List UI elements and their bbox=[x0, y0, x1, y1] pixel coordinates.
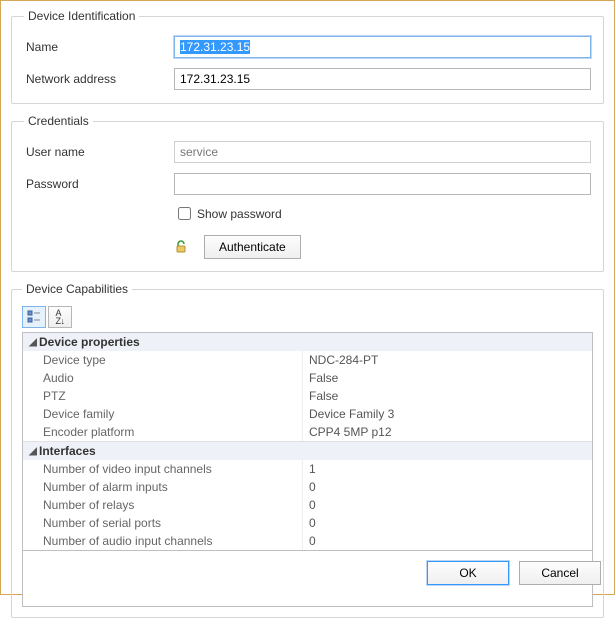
name-input[interactable] bbox=[174, 36, 591, 58]
property-name: Number of audio input channels bbox=[23, 532, 303, 550]
credentials-legend: Credentials bbox=[24, 114, 93, 128]
collapse-icon: ◢ bbox=[27, 337, 39, 348]
network-address-input[interactable] bbox=[174, 68, 591, 90]
name-label: Name bbox=[24, 40, 174, 54]
show-password-checkbox[interactable] bbox=[178, 207, 191, 220]
property-row[interactable]: AudioFalse bbox=[23, 369, 592, 387]
property-name: Device type bbox=[23, 351, 303, 369]
property-row[interactable]: Encoder platformCPP4 5MP p12 bbox=[23, 423, 592, 441]
unlock-icon bbox=[174, 239, 190, 255]
property-row[interactable]: Number of relays0 bbox=[23, 496, 592, 514]
property-row[interactable]: PTZFalse bbox=[23, 387, 592, 405]
property-name: Number of relays bbox=[23, 496, 303, 514]
authenticate-button[interactable]: Authenticate bbox=[204, 235, 301, 259]
device-identification-group: Device Identification Name Network addre… bbox=[11, 9, 604, 104]
cancel-button[interactable]: Cancel bbox=[519, 561, 601, 585]
property-category-label: Interfaces bbox=[39, 444, 96, 458]
property-value: 1 bbox=[303, 460, 592, 478]
password-input[interactable] bbox=[174, 173, 591, 195]
collapse-icon: ◢ bbox=[27, 446, 39, 457]
property-category-header[interactable]: ◢Device properties bbox=[23, 333, 592, 351]
device-capabilities-legend: Device Capabilities bbox=[22, 282, 132, 296]
ok-button[interactable]: OK bbox=[427, 561, 509, 585]
property-name: Number of video input channels bbox=[23, 460, 303, 478]
username-input[interactable] bbox=[174, 141, 591, 163]
sort-az-icon: AZ↓ bbox=[56, 309, 65, 325]
property-grid[interactable]: ◢Device propertiesDevice typeNDC-284-PTA… bbox=[22, 332, 593, 551]
property-name: PTZ bbox=[23, 387, 303, 405]
password-label: Password bbox=[24, 177, 174, 191]
username-label: User name bbox=[24, 145, 174, 159]
property-name: Encoder platform bbox=[23, 423, 303, 441]
credentials-group: Credentials User name Password Show pass… bbox=[11, 114, 604, 272]
property-value: 0 bbox=[303, 496, 592, 514]
property-value: False bbox=[303, 369, 592, 387]
property-value: False bbox=[303, 387, 592, 405]
property-value: 0 bbox=[303, 532, 592, 550]
property-value: CPP4 5MP p12 bbox=[303, 423, 592, 441]
show-password-label: Show password bbox=[197, 207, 282, 221]
property-row[interactable]: Device typeNDC-284-PT bbox=[23, 351, 592, 369]
property-value: Device Family 3 bbox=[303, 405, 592, 423]
network-address-label: Network address bbox=[24, 72, 174, 86]
property-category-label: Device properties bbox=[39, 335, 140, 349]
property-row[interactable]: Number of video input channels1 bbox=[23, 460, 592, 478]
property-value: 0 bbox=[303, 514, 592, 532]
property-name: Number of alarm inputs bbox=[23, 478, 303, 496]
property-category-header[interactable]: ◢Interfaces bbox=[23, 441, 592, 460]
property-row[interactable]: Number of audio input channels0 bbox=[23, 532, 592, 550]
device-identification-legend: Device Identification bbox=[24, 9, 139, 23]
property-row[interactable]: Device familyDevice Family 3 bbox=[23, 405, 592, 423]
property-name: Device family bbox=[23, 405, 303, 423]
categorized-view-icon bbox=[27, 310, 41, 324]
property-name: Number of serial ports bbox=[23, 514, 303, 532]
alphabetical-view-button[interactable]: AZ↓ bbox=[48, 306, 72, 328]
categorized-view-button[interactable] bbox=[22, 306, 46, 328]
property-row[interactable]: Number of alarm inputs0 bbox=[23, 478, 592, 496]
property-value: 0 bbox=[303, 478, 592, 496]
property-value: NDC-284-PT bbox=[303, 351, 592, 369]
property-row[interactable]: Number of serial ports0 bbox=[23, 514, 592, 532]
property-name: Audio bbox=[23, 369, 303, 387]
